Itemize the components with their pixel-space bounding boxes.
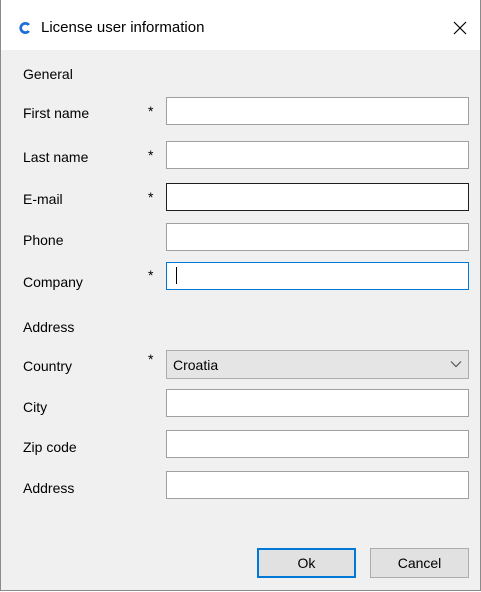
last-name-label: Last name (23, 149, 89, 165)
country-select[interactable]: Croatia (166, 350, 469, 379)
ok-button[interactable]: Ok (257, 548, 356, 578)
close-icon (453, 21, 467, 35)
country-select-value: Croatia (173, 357, 219, 373)
city-label: City (23, 399, 48, 415)
section-general-label: General (23, 66, 73, 82)
last-name-required-marker: * (148, 147, 154, 163)
first-name-input[interactable] (166, 97, 469, 125)
address-input[interactable] (166, 471, 469, 499)
company-label: Company (23, 274, 83, 290)
company-input[interactable] (166, 262, 469, 290)
chevron-down-icon (450, 361, 462, 368)
city-input[interactable] (166, 389, 469, 417)
zip-code-label: Zip code (23, 439, 77, 455)
first-name-label: First name (23, 105, 90, 121)
first-name-required-marker: * (148, 103, 154, 119)
country-label: Country (23, 358, 73, 374)
close-button[interactable] (440, 10, 480, 46)
email-input[interactable] (166, 183, 469, 211)
country-required-marker: * (148, 351, 154, 367)
phone-input[interactable] (166, 223, 469, 251)
section-address-label: Address (23, 319, 75, 335)
app-logo-icon (19, 22, 30, 34)
email-required-marker: * (148, 189, 154, 205)
last-name-input[interactable] (166, 141, 469, 169)
email-label: E-mail (23, 191, 63, 207)
window-title: License user information (41, 19, 205, 36)
dialog-window: License user information General First n… (0, 0, 481, 591)
zip-code-input[interactable] (166, 430, 469, 458)
text-caret (176, 267, 177, 284)
address-label: Address (23, 480, 75, 496)
phone-label: Phone (23, 232, 64, 248)
cancel-button[interactable]: Cancel (370, 548, 469, 578)
company-required-marker: * (148, 267, 154, 283)
title-bar: License user information (1, 0, 480, 50)
